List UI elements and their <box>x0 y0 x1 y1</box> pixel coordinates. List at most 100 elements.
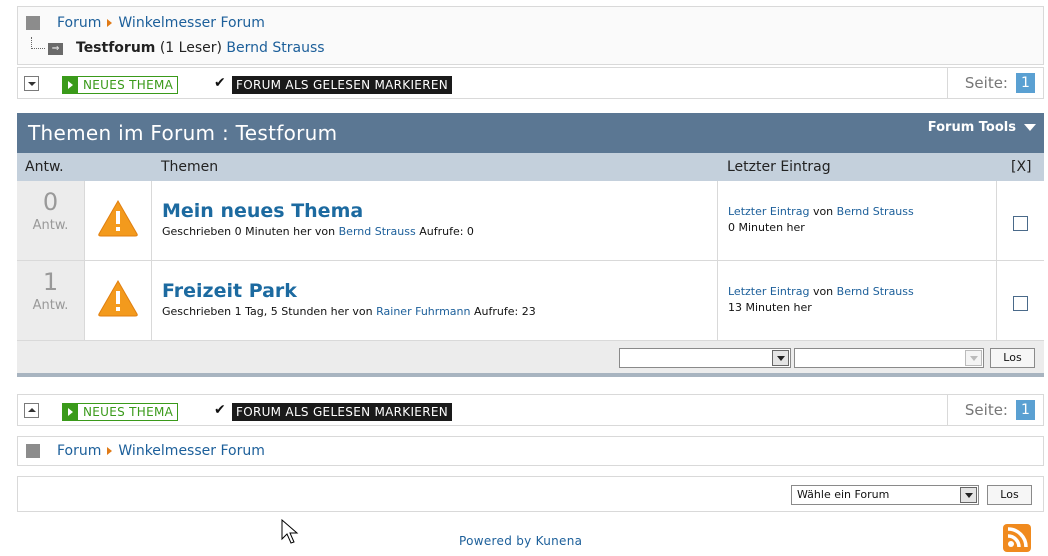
chevron-down-icon <box>28 82 36 86</box>
breadcrumb: Forum Winkelmesser Forum <box>26 443 265 459</box>
topic-meta: Geschrieben 0 Minuten her von Bernd Stra… <box>162 225 474 238</box>
play-icon <box>63 404 78 420</box>
breadcrumb-forum-link[interactable]: Forum <box>57 443 101 459</box>
topic-views: Aufrufe: 23 <box>474 305 536 318</box>
warning-icon <box>98 279 138 317</box>
dropdown-arrow-icon <box>965 350 982 366</box>
reply-count-label: Antw. <box>32 218 69 233</box>
reply-count: 0 <box>42 188 59 216</box>
breadcrumb: Forum Winkelmesser Forum <box>26 15 265 31</box>
page-number-button[interactable]: 1 <box>1016 73 1035 93</box>
breadcrumb-arrow-icon <box>107 447 113 455</box>
last-post-cell: Letzter Eintrag von Bernd Strauss 13 Min… <box>717 261 997 340</box>
dropdown-arrow-icon <box>772 350 789 366</box>
topic-row: 0 Antw. Mein neues Thema Geschrieben 0 M… <box>17 181 1044 261</box>
topic-icon-cell <box>85 261 152 340</box>
powered-by-link[interactable]: Powered by Kunena <box>459 534 582 548</box>
column-headers: Antw. Themen Letzter Eintrag [X] <box>17 153 1044 181</box>
caret-down-icon <box>1024 124 1036 131</box>
rss-feed-icon <box>1007 527 1028 548</box>
forum-category-icon <box>26 16 40 30</box>
forum-tools-label: Forum Tools <box>927 120 1016 135</box>
toolbar-top: NEUES THEMA ✔ FORUM ALS GELESEN MARKIERE… <box>17 67 1044 99</box>
play-icon <box>63 77 78 93</box>
col-last-post: Letzter Eintrag <box>727 159 831 175</box>
mark-read-button[interactable]: FORUM ALS GELESEN MARKIEREN <box>232 403 452 421</box>
subforum-title: Testforum <box>76 40 156 56</box>
breadcrumb-winkelmesser-link[interactable]: Winkelmesser Forum <box>118 443 264 459</box>
topic-author-link[interactable]: Bernd Strauss <box>339 225 416 238</box>
breadcrumb-forum-link[interactable]: Forum <box>57 15 101 31</box>
reply-count-label: Antw. <box>32 298 69 313</box>
warning-icon <box>98 199 138 237</box>
forum-jump-value: Wähle ein Forum <box>797 488 890 501</box>
last-post-time: 13 Minuten her <box>728 301 812 314</box>
last-post-link[interactable]: Letzter Eintrag <box>728 205 809 218</box>
page-label: Seite: <box>964 74 1008 92</box>
forum-category-icon <box>26 444 40 458</box>
check-icon: ✔ <box>214 75 226 91</box>
forum-jump-go-button[interactable]: Los <box>987 485 1032 505</box>
reader-user-link[interactable]: Bernd Strauss <box>226 40 324 56</box>
forum-title: Themen im Forum : Testforum <box>28 121 338 145</box>
new-topic-label: NEUES THEMA <box>83 78 174 92</box>
moderation-target-select[interactable] <box>794 348 984 368</box>
breadcrumb-bottom: Forum Winkelmesser Forum <box>17 436 1044 466</box>
last-post-link[interactable]: Letzter Eintrag <box>728 285 809 298</box>
topic-info: Freizeit Park Geschrieben 1 Tag, 5 Stund… <box>162 280 536 318</box>
last-post-cell: Letzter Eintrag von Bernd Strauss 0 Minu… <box>717 181 997 260</box>
new-topic-button[interactable]: NEUES THEMA <box>62 403 179 421</box>
subforum-info: Testforum (1 Leser) Bernd Strauss <box>76 40 325 56</box>
topic-meta: Geschrieben 1 Tag, 5 Stunden her von Rai… <box>162 305 536 318</box>
topic-select-checkbox[interactable] <box>1013 216 1028 231</box>
pagination: Seite: 1 <box>947 395 1043 425</box>
chevron-up-icon <box>28 408 36 412</box>
topic-row: 1 Antw. Freizeit Park Geschrieben 1 Tag,… <box>17 261 1044 341</box>
topic-title-link[interactable]: Freizeit Park <box>162 280 536 302</box>
pagination: Seite: 1 <box>947 68 1043 98</box>
collapse-button[interactable] <box>24 76 39 91</box>
tree-connector <box>31 37 45 49</box>
last-post-user-link[interactable]: Bernd Strauss <box>837 285 914 298</box>
subforum-arrow-icon: ⇒ <box>48 43 63 55</box>
topic-meta-prefix: Geschrieben 0 Minuten her von <box>162 225 336 238</box>
readers-count: (1 Leser) <box>159 40 222 56</box>
breadcrumb-arrow-icon <box>107 19 113 27</box>
topic-meta-prefix: Geschrieben 1 Tag, 5 Stunden her von <box>162 305 373 318</box>
reply-count-cell: 0 Antw. <box>17 181 85 260</box>
forum-jump: Wähle ein Forum Los <box>17 476 1044 512</box>
rss-icon[interactable] <box>1003 524 1031 552</box>
col-replies: Antw. <box>25 159 64 175</box>
topic-select-checkbox[interactable] <box>1013 296 1028 311</box>
forum-jump-select[interactable]: Wähle ein Forum <box>791 485 979 505</box>
moderation-go-button[interactable]: Los <box>990 348 1035 368</box>
moderation-bar: Los <box>17 341 1044 377</box>
expand-button[interactable] <box>24 403 39 418</box>
page-label: Seite: <box>964 401 1008 419</box>
topic-author-link[interactable]: Rainer Fuhrmann <box>376 305 470 318</box>
toolbar-bottom: NEUES THEMA ✔ FORUM ALS GELESEN MARKIERE… <box>17 394 1044 426</box>
breadcrumb-top: Forum Winkelmesser Forum ⇒ Testforum (1 … <box>17 6 1044 65</box>
new-topic-label: NEUES THEMA <box>83 405 174 419</box>
last-post-user-link[interactable]: Bernd Strauss <box>837 205 914 218</box>
breadcrumb-winkelmesser-link[interactable]: Winkelmesser Forum <box>118 15 264 31</box>
forum-tools-menu[interactable]: Forum Tools <box>928 120 1036 135</box>
topic-views: Aufrufe: 0 <box>419 225 474 238</box>
reply-count-cell: 1 Antw. <box>17 261 85 340</box>
check-icon: ✔ <box>214 402 226 418</box>
dropdown-arrow-icon <box>960 487 977 503</box>
forum-header: Themen im Forum : Testforum Forum Tools <box>17 113 1044 153</box>
col-select: [X] <box>1011 159 1032 175</box>
moderation-action-select[interactable] <box>619 348 791 368</box>
mark-read-button[interactable]: FORUM ALS GELESEN MARKIEREN <box>232 76 452 94</box>
topic-info: Mein neues Thema Geschrieben 0 Minuten h… <box>162 200 474 238</box>
new-topic-button[interactable]: NEUES THEMA <box>62 76 179 94</box>
mouse-cursor-icon <box>281 519 299 544</box>
topic-title-link[interactable]: Mein neues Thema <box>162 200 474 222</box>
last-post-time: 0 Minuten her <box>728 221 805 234</box>
last-post-by: von <box>812 285 834 298</box>
page-number-button[interactable]: 1 <box>1016 400 1035 420</box>
col-topics: Themen <box>161 159 219 175</box>
topic-icon-cell <box>85 181 152 260</box>
last-post-by: von <box>812 205 834 218</box>
